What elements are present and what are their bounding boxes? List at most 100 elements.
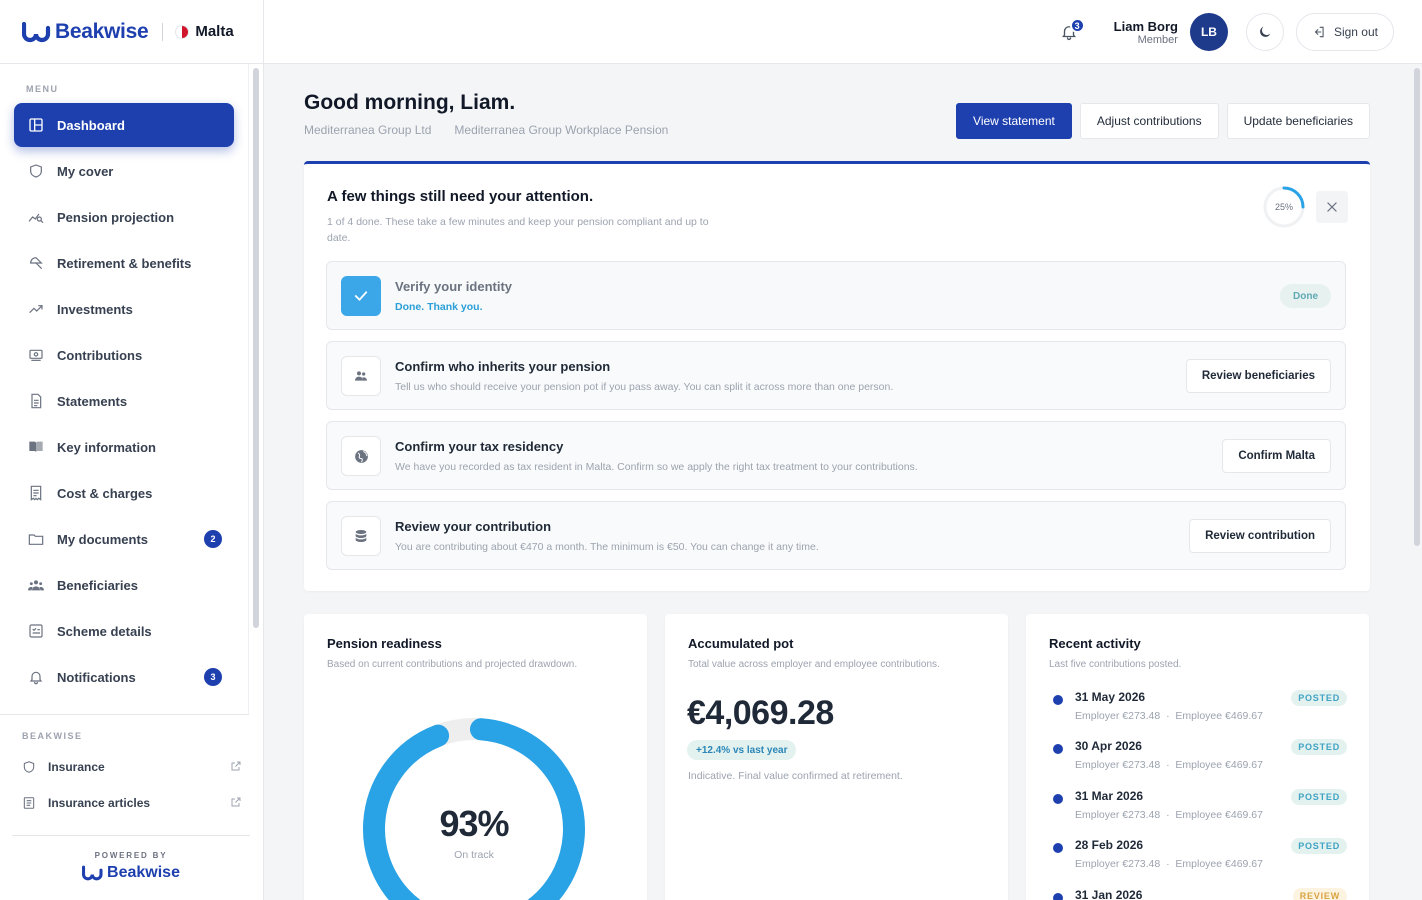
sidebar-item-beneficiaries[interactable]: Beneficiaries <box>14 563 234 607</box>
theme-toggle-button[interactable] <box>1245 13 1284 51</box>
page-title: Good morning, Liam. <box>304 91 516 114</box>
review-contribution-button[interactable]: Review contribution <box>1189 519 1331 553</box>
task-title: Review your contribution <box>395 519 552 534</box>
card-title: Recent activity <box>1049 636 1141 651</box>
sidebar-item-label: Pension projection <box>57 209 175 225</box>
sidebar-item-label: My documents <box>57 531 149 547</box>
card-subtitle: Based on current contributions and proje… <box>327 659 578 670</box>
confirm-malta-button[interactable]: Confirm Malta <box>1222 439 1331 473</box>
sidebar-item-key-information[interactable]: Key information <box>14 425 234 469</box>
beakwise-logo-icon <box>82 865 103 881</box>
activity-item[interactable]: 30 Apr 2026 Employer €273.48 · Employee … <box>1049 737 1347 777</box>
user-name: Liam Borg <box>1113 18 1178 34</box>
task-check-icon <box>341 276 381 316</box>
book-icon <box>27 438 45 456</box>
activity-detail: Employer €273.48 · Employee €469.67 <box>1075 759 1263 771</box>
document-icon <box>27 392 45 410</box>
view-statement-button[interactable]: View statement <box>956 103 1072 139</box>
activity-item[interactable]: 31 Jan 2026 REVIEW <box>1049 886 1347 900</box>
employer-name: Mediterranea Group Ltd <box>304 123 432 137</box>
activity-detail: Employer €273.48 · Employee €469.67 <box>1075 858 1263 870</box>
task-confirm-tax-residency: Confirm your tax residency We have you r… <box>326 421 1346 490</box>
accumulated-pot-card: Accumulated pot Total value across emplo… <box>665 614 1008 900</box>
task-subtitle: You are contributing about €470 a month.… <box>395 541 819 553</box>
sidebar-item-my-documents[interactable]: My documents 2 <box>14 517 234 561</box>
bell-icon <box>27 668 45 686</box>
sign-out-button[interactable]: Sign out <box>1295 13 1394 51</box>
notifications-button[interactable]: 3 <box>1054 17 1085 47</box>
adjust-contributions-button[interactable]: Adjust contributions <box>1079 103 1219 139</box>
activity-status-badge: REVIEW <box>1292 888 1347 900</box>
activity-date: 28 Feb 2026 <box>1075 838 1144 852</box>
sidebar-item-cost-charges[interactable]: Cost & charges <box>14 471 234 515</box>
sidebar-link-insurance-articles[interactable]: Insurance articles <box>22 788 242 818</box>
sidebar-item-investments[interactable]: Investments <box>14 287 234 331</box>
sidebar-item-label: Statements <box>57 393 128 409</box>
sidebar-divider <box>0 714 249 715</box>
readiness-status: On track <box>454 849 494 861</box>
documents-count-badge: 2 <box>204 530 222 548</box>
activity-status-badge: POSTED <box>1291 739 1347 755</box>
coins-icon <box>341 516 381 556</box>
activity-item[interactable]: 31 May 2026 Employer €273.48 · Employee … <box>1049 688 1347 728</box>
sidebar-item-label: Cost & charges <box>57 485 153 501</box>
sidebar-item-contributions[interactable]: Contributions <box>14 333 234 377</box>
close-icon <box>1327 202 1337 212</box>
page-actions: View statement Adjust contributions Upda… <box>956 103 1370 139</box>
scheme-icon <box>27 622 45 640</box>
sidebar-nav: Dashboard My cover Pension projection Re… <box>14 103 234 701</box>
activity-item[interactable]: 31 Mar 2026 Employer €273.48 · Employee … <box>1049 787 1347 827</box>
avatar[interactable]: LB <box>1189 13 1228 51</box>
pot-value: €4,069.28 <box>687 694 834 732</box>
user-info: Liam Borg Member <box>1114 19 1178 46</box>
attention-progress-ring: 25% <box>1262 185 1306 229</box>
activity-dot <box>1053 695 1063 705</box>
sidebar-item-label: Notifications <box>57 669 136 685</box>
brand-logo[interactable]: Beakwise <box>22 20 149 44</box>
task-title: Confirm who inherits your pension <box>395 359 611 374</box>
sidebar-link-insurance[interactable]: Insurance <box>22 752 242 782</box>
sign-out-icon <box>1314 26 1324 38</box>
dashboard-icon <box>27 116 45 134</box>
task-verify-identity[interactable]: Verify your identity Done. Thank you. Do… <box>326 261 1346 330</box>
sidebar-item-label: Key information <box>57 439 156 455</box>
update-beneficiaries-button[interactable]: Update beneficiaries <box>1226 103 1370 139</box>
activity-detail: Employer €273.48 · Employee €469.67 <box>1075 710 1263 722</box>
powered-by-brand: Beakwise <box>107 864 180 881</box>
trend-icon <box>27 300 45 318</box>
sidebar-item-notifications[interactable]: Notifications 3 <box>14 655 234 699</box>
umbrella-icon <box>27 254 45 272</box>
close-attention-button[interactable] <box>1316 191 1348 223</box>
powered-by-logo: Beakwise <box>0 864 262 882</box>
main-scrollbar[interactable] <box>1414 68 1420 546</box>
sidebar-item-scheme-details[interactable]: Scheme details <box>14 609 234 653</box>
sidebar-item-my-cover[interactable]: My cover <box>14 149 234 193</box>
user-role: Member <box>1137 33 1178 46</box>
sidebar-item-dashboard[interactable]: Dashboard <box>14 103 234 147</box>
activity-item[interactable]: 28 Feb 2026 Employer €273.48 · Employee … <box>1049 836 1347 876</box>
activity-dot <box>1053 794 1063 804</box>
money-icon <box>27 346 45 364</box>
sidebar-item-pension-projection[interactable]: Pension projection <box>14 195 234 239</box>
beakwise-section-label: BEAKWISE <box>22 731 83 741</box>
menu-section-label: MENU <box>26 84 59 94</box>
sidebar-item-retirement-benefits[interactable]: Retirement & benefits <box>14 241 234 285</box>
pot-note: Indicative. Final value confirmed at ret… <box>688 770 903 782</box>
attention-card: A few things still need your attention. … <box>304 161 1370 591</box>
sidebar-scrollbar[interactable] <box>253 68 259 628</box>
review-beneficiaries-button[interactable]: Review beneficiaries <box>1185 359 1331 393</box>
task-title: Verify your identity <box>395 279 513 294</box>
sidebar-link-label: Insurance articles <box>48 796 151 810</box>
task-subtitle: We have you recorded as tax resident in … <box>395 461 918 473</box>
sidebar-divider <box>12 835 250 836</box>
sidebar-item-label: Retirement & benefits <box>57 255 192 271</box>
moon-icon <box>1260 26 1271 37</box>
sidebar-item-label: Scheme details <box>57 623 152 639</box>
beakwise-logo-icon <box>22 21 51 42</box>
sidebar-item-label: Investments <box>57 301 133 317</box>
sidebar-item-statements[interactable]: Statements <box>14 379 234 423</box>
card-subtitle: Total value across employer and employee… <box>688 659 940 670</box>
card-subtitle: Last five contributions posted. <box>1049 659 1182 670</box>
pot-change-badge: +12.4% vs last year <box>687 740 797 760</box>
activity-date: 31 May 2026 <box>1075 690 1146 704</box>
